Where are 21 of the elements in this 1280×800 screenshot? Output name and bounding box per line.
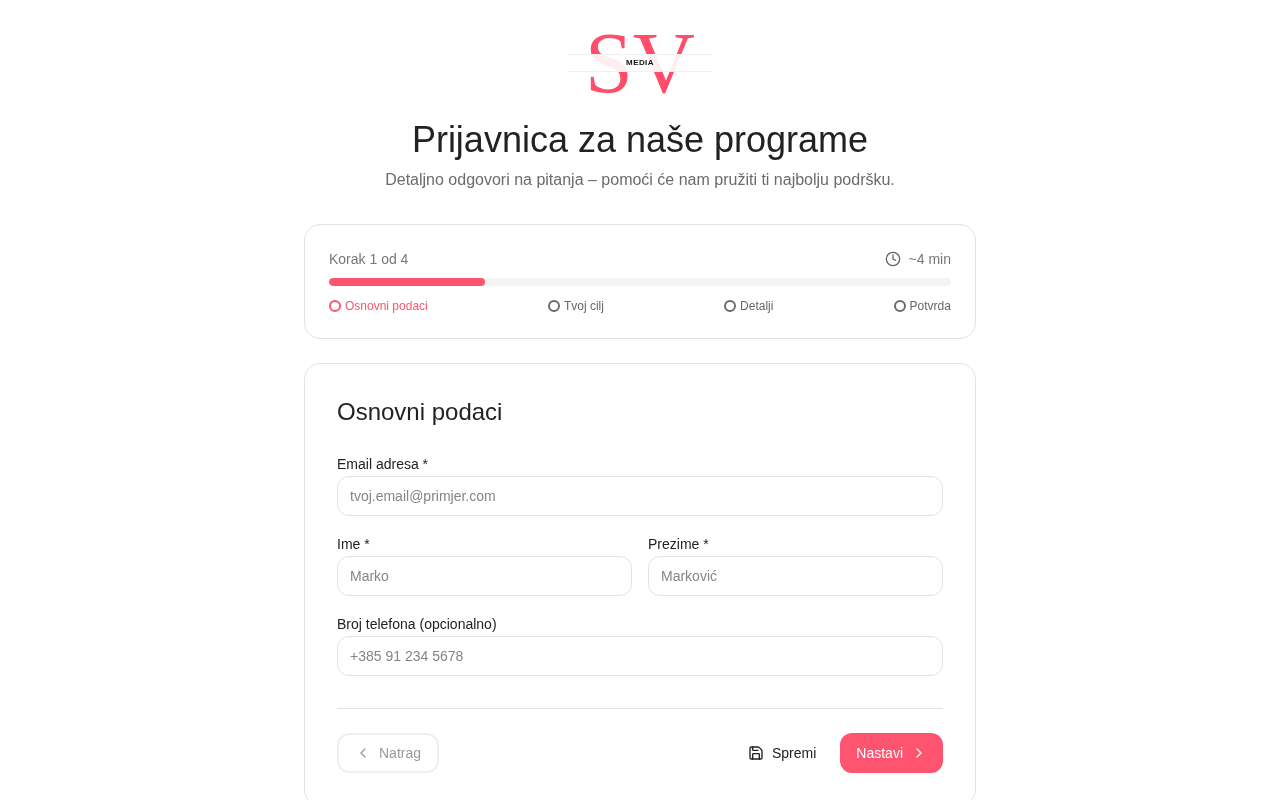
field-label: Prezime *	[648, 535, 710, 554]
input-field[interactable]: +385 91 234 5678	[337, 636, 943, 676]
input-field[interactable]: Marković	[648, 556, 943, 596]
step-counter: Korak 1 od 4	[329, 250, 409, 269]
input-field[interactable]: Marko	[337, 556, 632, 596]
input-field[interactable]: tvoj.email@primjer.com	[337, 476, 943, 516]
clock-icon	[884, 251, 901, 267]
form-title: Osnovni podaci	[337, 397, 504, 427]
time-estimate: ~4 min	[908, 250, 951, 269]
step-label: Osnovni podaci	[345, 298, 428, 314]
step-label: Potvrda	[909, 298, 951, 314]
field-label: Ime *	[337, 535, 371, 554]
field-label: Broj telefona (opcionalno)	[337, 615, 498, 634]
save-button[interactable]: Spremi	[735, 733, 829, 773]
next-button[interactable]: Nastavi	[840, 733, 943, 773]
page-subtitle: Detaljno odgovori na pitanja – pomoći će nam pružiti ti najbolju podršku.	[385, 170, 895, 190]
field-label: Email adresa *	[337, 455, 430, 474]
step-label: Detalji	[740, 298, 774, 314]
step-label: Tvoj cilj	[563, 298, 604, 314]
page-title: Prijavnica za naše programe	[411, 118, 869, 162]
save-icon	[747, 745, 764, 761]
